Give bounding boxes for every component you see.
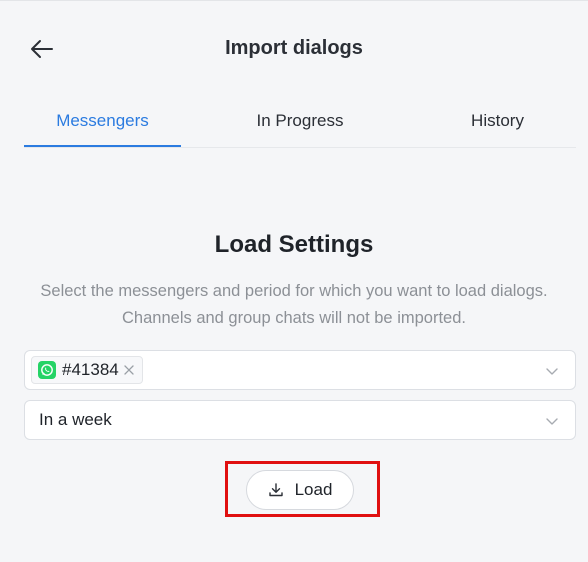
load-button[interactable]: Load [246,470,354,510]
load-button-label: Load [294,480,333,499]
messengers-select[interactable]: #41384 [24,350,576,390]
whatsapp-icon [38,361,56,379]
messenger-tag: #41384 [31,356,143,384]
page-title: Import dialogs [225,37,363,59]
close-icon[interactable] [124,365,134,375]
header: Import dialogs [0,1,588,97]
period-select-value: In a week [39,410,112,429]
download-icon [268,482,284,498]
description-line-2: Channels and group chats will not be imp… [122,309,466,327]
tab-history[interactable]: History [419,97,576,145]
import-dialogs-panel: Import dialogs Messengers In Progress Hi… [0,0,588,562]
period-select[interactable]: In a week [24,400,576,440]
load-settings-description: Select the messengers and period for whi… [20,278,568,332]
load-settings-title: Load Settings [214,231,374,258]
tab-bar: Messengers In Progress History [24,97,576,148]
tab-in-progress[interactable]: In Progress [181,97,419,145]
chevron-down-icon [546,418,558,425]
tab-messengers[interactable]: Messengers [24,97,181,147]
messenger-tag-label: #41384 [62,360,119,379]
description-line-1: Select the messengers and period for whi… [40,282,548,300]
chevron-down-icon [546,368,558,375]
